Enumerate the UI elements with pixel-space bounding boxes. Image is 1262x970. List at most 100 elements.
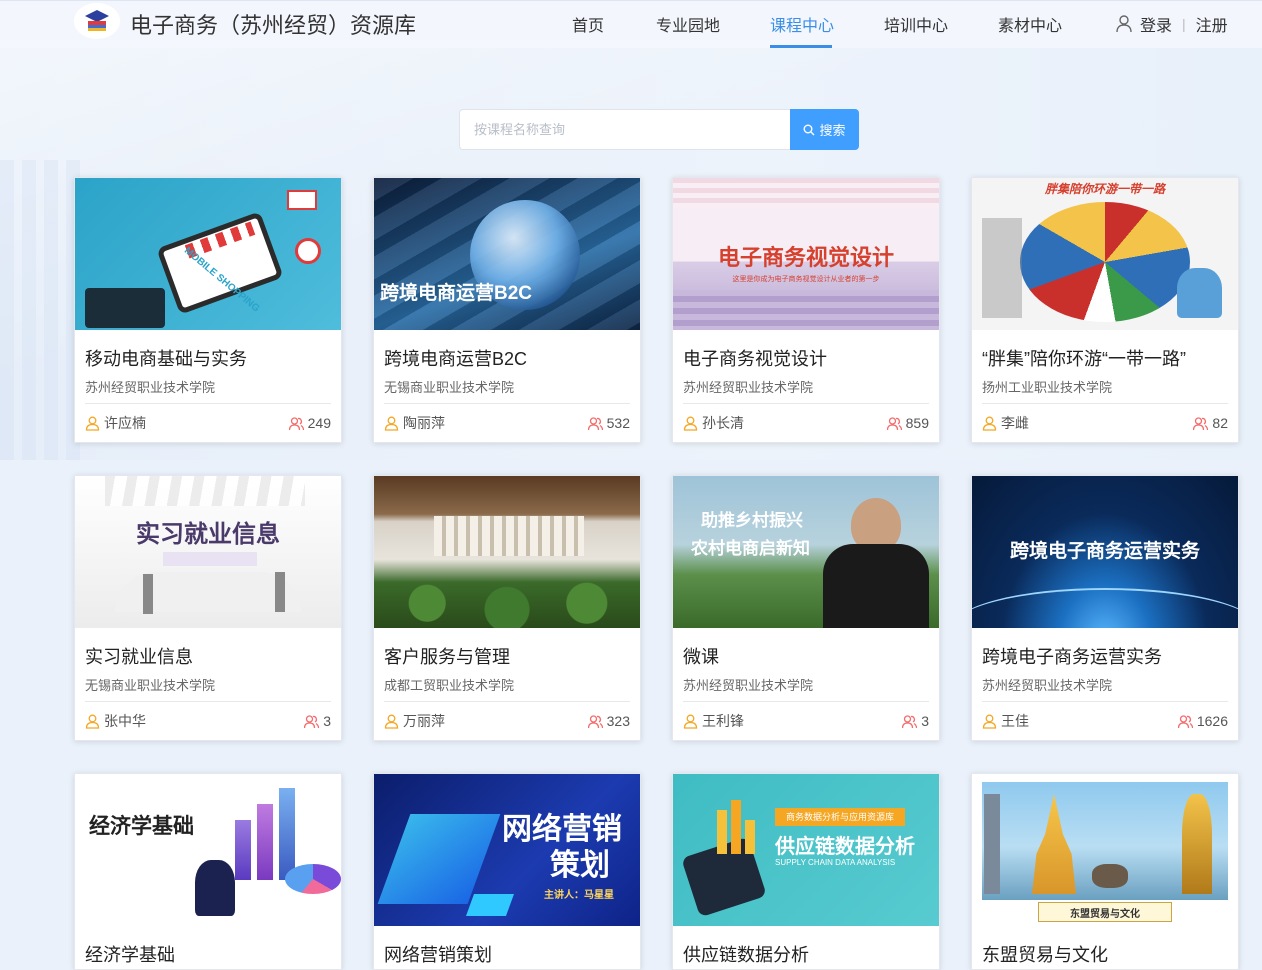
nav-material-center[interactable]: 素材中心: [998, 12, 1062, 36]
learner-count: 532: [587, 415, 630, 431]
thumbnail-caption: 东盟贸易与文化: [1070, 909, 1140, 920]
auth-separator: |: [1182, 16, 1186, 32]
learner-count-value: 3: [323, 713, 331, 729]
search-button[interactable]: 搜索: [790, 109, 859, 150]
course-card[interactable]: 电子商务视觉设计 这里是你成为电子商务视觉设计从业者的第一步 电子商务视觉设计 …: [672, 177, 940, 443]
course-title: 网络营销策划: [384, 945, 492, 963]
search-input[interactable]: [459, 109, 790, 150]
course-thumbnail: 跨境电商运营B2C: [374, 178, 640, 330]
course-title: 移动电商基础与实务: [85, 349, 247, 367]
course-card[interactable]: 实习就业信息 实习就业信息 无锡商业职业技术学院 张中华 3: [74, 475, 342, 741]
course-thumbnail: 电子商务视觉设计 这里是你成为电子商务视觉设计从业者的第一步: [673, 178, 939, 330]
search-icon: [803, 124, 815, 135]
learner-count: 859: [886, 415, 929, 431]
course-teacher: 李雌: [982, 413, 1029, 433]
login-link[interactable]: 登录: [1140, 12, 1172, 36]
site-logo[interactable]: [74, 3, 120, 39]
course-school: 扬州工业职业技术学院: [982, 380, 1113, 395]
nav-training-center[interactable]: 培训中心: [884, 12, 948, 36]
course-thumbnail: 商务数据分析与应用资源库 供应链数据分析 SUPPLY CHAIN DATA A…: [673, 774, 939, 926]
course-school: 苏州经贸职业技术学院: [982, 678, 1113, 693]
learner-count-value: 532: [606, 415, 630, 431]
user-icon: [1116, 15, 1132, 33]
nav-home[interactable]: 首页: [572, 12, 604, 36]
learner-count: 82: [1193, 415, 1228, 431]
thumbnail-speaker: 主讲人：马星星: [544, 890, 614, 901]
course-card[interactable]: 胖集陪你环游一带一路 “胖集”陪你环游“一带一路” 扬州工业职业技术学院 李雌 …: [971, 177, 1239, 443]
course-title: 供应链数据分析: [683, 945, 809, 963]
teacher-name: 王佳: [1001, 713, 1029, 729]
teacher-icon: [982, 416, 997, 431]
course-school: 成都工贸职业技术学院: [384, 678, 515, 693]
course-school: 苏州经贸职业技术学院: [683, 678, 814, 693]
course-card[interactable]: MOBILE SHOPPING 移动电商基础与实务 苏州经贸职业技术学院 许应楠…: [74, 177, 342, 443]
teacher-icon: [982, 714, 997, 729]
course-thumbnail: 网络营销 策划 主讲人：马星星: [374, 774, 640, 926]
learner-count: 3: [304, 713, 331, 729]
register-link[interactable]: 注册: [1196, 12, 1228, 36]
learner-count: 3: [902, 713, 929, 729]
learner-count-value: 249: [307, 415, 331, 431]
users-icon: [288, 416, 304, 430]
thumbnail-caption: 助推乡村振兴: [701, 511, 803, 531]
thumbnail-subcaption: 这里是你成为电子商务视觉设计从业者的第一步: [732, 276, 880, 283]
users-icon: [1193, 416, 1209, 430]
users-icon: [587, 714, 603, 728]
teacher-icon: [384, 416, 399, 431]
nav-course-center[interactable]: 课程中心: [770, 12, 834, 36]
course-thumbnail: 胖集陪你环游一带一路: [972, 178, 1238, 330]
course-card[interactable]: 跨境电子商务运营实务 跨境电子商务运营实务 苏州经贸职业技术学院 王佳 1626: [971, 475, 1239, 741]
users-icon: [886, 416, 902, 430]
users-icon: [304, 714, 320, 728]
teacher-icon: [85, 714, 100, 729]
course-title: “胖集”陪你环游“一带一路”: [982, 349, 1186, 367]
course-thumbnail: 助推乡村振兴 农村电商启新知: [673, 476, 939, 628]
course-school: 无锡商业职业技术学院: [85, 678, 216, 693]
course-card[interactable]: 东盟贸易与文化 东盟贸易与文化: [971, 773, 1239, 970]
teacher-icon: [384, 714, 399, 729]
course-thumbnail: 东盟贸易与文化: [972, 774, 1238, 926]
course-card[interactable]: 网络营销 策划 主讲人：马星星 网络营销策划: [373, 773, 641, 970]
course-teacher: 王利锋: [683, 711, 744, 731]
course-thumbnail: 实习就业信息: [75, 476, 341, 628]
teacher-name: 王利锋: [702, 713, 744, 729]
users-icon: [1177, 714, 1193, 728]
course-card[interactable]: 商务数据分析与应用资源库 供应链数据分析 SUPPLY CHAIN DATA A…: [672, 773, 940, 970]
thumbnail-caption: 跨境电商运营B2C: [380, 283, 533, 304]
learner-count: 323: [587, 713, 630, 729]
teacher-name: 陶丽萍: [403, 415, 445, 431]
users-icon: [902, 714, 918, 728]
site-title[interactable]: 电子商务（苏州经贸）资源库: [130, 8, 416, 40]
course-card[interactable]: 经济学基础 经济学基础: [74, 773, 342, 970]
course-thumbnail: 经济学基础: [75, 774, 341, 926]
course-card[interactable]: 客户服务与管理 成都工贸职业技术学院 万丽萍 323: [373, 475, 641, 741]
learner-count: 249: [288, 415, 331, 431]
teacher-name: 许应楠: [104, 415, 146, 431]
nav-major-garden[interactable]: 专业园地: [656, 12, 720, 36]
learner-count-value: 82: [1212, 415, 1228, 431]
learner-count-value: 1626: [1196, 713, 1228, 729]
course-card[interactable]: 跨境电商运营B2C 跨境电商运营B2C 无锡商业职业技术学院 陶丽萍 532: [373, 177, 641, 443]
learner-count-value: 3: [921, 713, 929, 729]
course-teacher: 王佳: [982, 711, 1029, 731]
course-title: 电子商务视觉设计: [683, 349, 827, 367]
course-title: 跨境电子商务运营实务: [982, 647, 1162, 665]
course-search: 搜索: [459, 109, 859, 150]
search-button-label: 搜索: [819, 123, 846, 138]
teacher-name: 李雌: [1001, 415, 1029, 431]
thumbnail-subcaption: 农村电商启新知: [691, 539, 810, 559]
teacher-icon: [683, 714, 698, 729]
course-title: 东盟贸易与文化: [982, 945, 1108, 963]
thumbnail-caption: 跨境电子商务运营实务: [1009, 540, 1200, 562]
logo-icon: [85, 10, 109, 31]
course-card[interactable]: 助推乡村振兴 农村电商启新知 微课 苏州经贸职业技术学院 王利锋 3: [672, 475, 940, 741]
learner-count: 1626: [1177, 713, 1228, 729]
course-title: 跨境电商运营B2C: [384, 349, 528, 367]
thumbnail-caption: 经济学基础: [89, 815, 194, 838]
thumbnail-caption: 胖集陪你环游一带一路: [1044, 182, 1165, 196]
course-school: 无锡商业职业技术学院: [384, 380, 515, 395]
auth-links: 登录 | 注册: [1116, 12, 1228, 36]
users-icon: [587, 416, 603, 430]
course-school: 苏州经贸职业技术学院: [683, 380, 814, 395]
course-teacher: 张中华: [85, 711, 146, 731]
